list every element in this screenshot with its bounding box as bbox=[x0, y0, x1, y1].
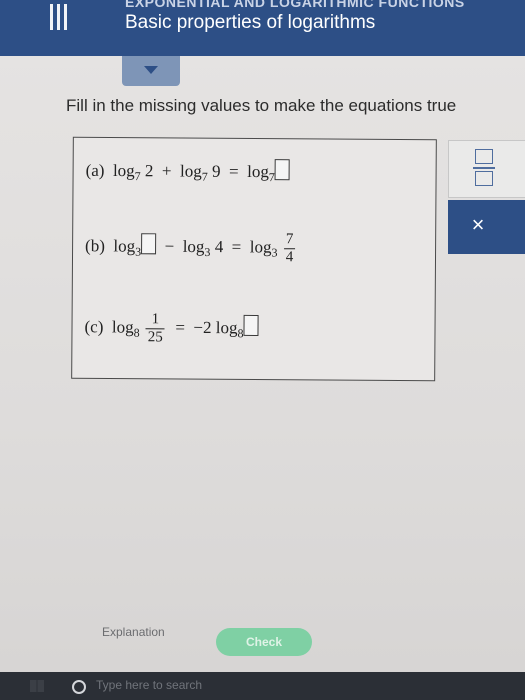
windows-start-icon[interactable] bbox=[30, 680, 44, 692]
check-button[interactable]: Check bbox=[216, 628, 312, 656]
base-c1: 8 bbox=[133, 325, 140, 340]
answer-input-a[interactable] bbox=[274, 159, 290, 181]
equation-a: (a) log7 2 + log7 9 = log7 bbox=[86, 158, 290, 185]
cortana-icon[interactable] bbox=[72, 680, 86, 694]
arg-a2: 9 bbox=[211, 161, 221, 181]
log-b2: log bbox=[182, 236, 205, 257]
fraction-c-denominator: 25 bbox=[147, 329, 163, 346]
log-b3: log bbox=[249, 237, 272, 257]
menu-icon[interactable] bbox=[44, 4, 76, 34]
minus-b: − bbox=[164, 236, 175, 256]
log-a2: log bbox=[179, 161, 202, 181]
instruction-text: Fill in the missing values to make the e… bbox=[66, 96, 457, 115]
fraction-key[interactable] bbox=[448, 140, 525, 198]
log-c1: log bbox=[111, 317, 134, 337]
fraction-c: 1 25 bbox=[145, 311, 165, 346]
collapse-toggle[interactable] bbox=[122, 56, 180, 86]
base-a2: 7 bbox=[201, 169, 208, 184]
chevron-down-icon bbox=[144, 66, 158, 74]
log-c2: log bbox=[215, 318, 238, 338]
taskbar: Type here to search bbox=[0, 672, 525, 700]
base-b3: 3 bbox=[271, 245, 278, 260]
equals-b: = bbox=[231, 237, 242, 257]
clear-key[interactable]: × bbox=[448, 200, 525, 254]
log-b1: log bbox=[113, 236, 136, 256]
answer-input-b[interactable] bbox=[141, 233, 157, 255]
header-bar: EXPONENTIAL AND LOGARITHMIC FUNCTIONS Ba… bbox=[0, 0, 525, 56]
label-b: (b) bbox=[85, 236, 105, 256]
equation-c: (c) log8 1 25 = −2 log8 bbox=[84, 311, 259, 347]
fraction-icon bbox=[473, 149, 495, 189]
answer-input-c[interactable] bbox=[243, 315, 259, 337]
log-a3: log bbox=[247, 161, 269, 182]
label-c: (c) bbox=[84, 317, 104, 337]
arg-a1: 2 bbox=[144, 161, 154, 181]
explanation-button[interactable]: Explanation bbox=[102, 625, 165, 639]
equals-a: = bbox=[228, 161, 239, 181]
coef-c: −2 bbox=[193, 317, 212, 338]
equals-c: = bbox=[175, 317, 186, 337]
section-supertitle: EXPONENTIAL AND LOGARITHMIC FUNCTIONS bbox=[125, 0, 465, 10]
arg-b2: 4 bbox=[214, 237, 224, 257]
log-a1: log bbox=[112, 161, 135, 181]
screen: EXPONENTIAL AND LOGARITHMIC FUNCTIONS Ba… bbox=[0, 0, 525, 700]
fraction-b: 7 4 bbox=[283, 231, 296, 266]
page-title: Basic properties of logarithms bbox=[125, 12, 376, 33]
fraction-b-numerator: 7 bbox=[283, 231, 296, 250]
fraction-c-numerator: 1 bbox=[145, 311, 165, 330]
base-b2: 3 bbox=[204, 245, 211, 260]
taskbar-search-input[interactable]: Type here to search bbox=[96, 678, 202, 692]
problem-box: (a) log7 2 + log7 9 = log7 (b) log3 − lo… bbox=[71, 136, 437, 382]
fraction-b-denominator: 4 bbox=[285, 249, 294, 266]
plus-a: + bbox=[161, 161, 172, 181]
close-icon: × bbox=[471, 212, 485, 237]
equation-b: (b) log3 − log3 4 = log3 7 4 bbox=[85, 230, 297, 266]
base-a1: 7 bbox=[134, 169, 141, 184]
label-a: (a) bbox=[85, 160, 105, 180]
